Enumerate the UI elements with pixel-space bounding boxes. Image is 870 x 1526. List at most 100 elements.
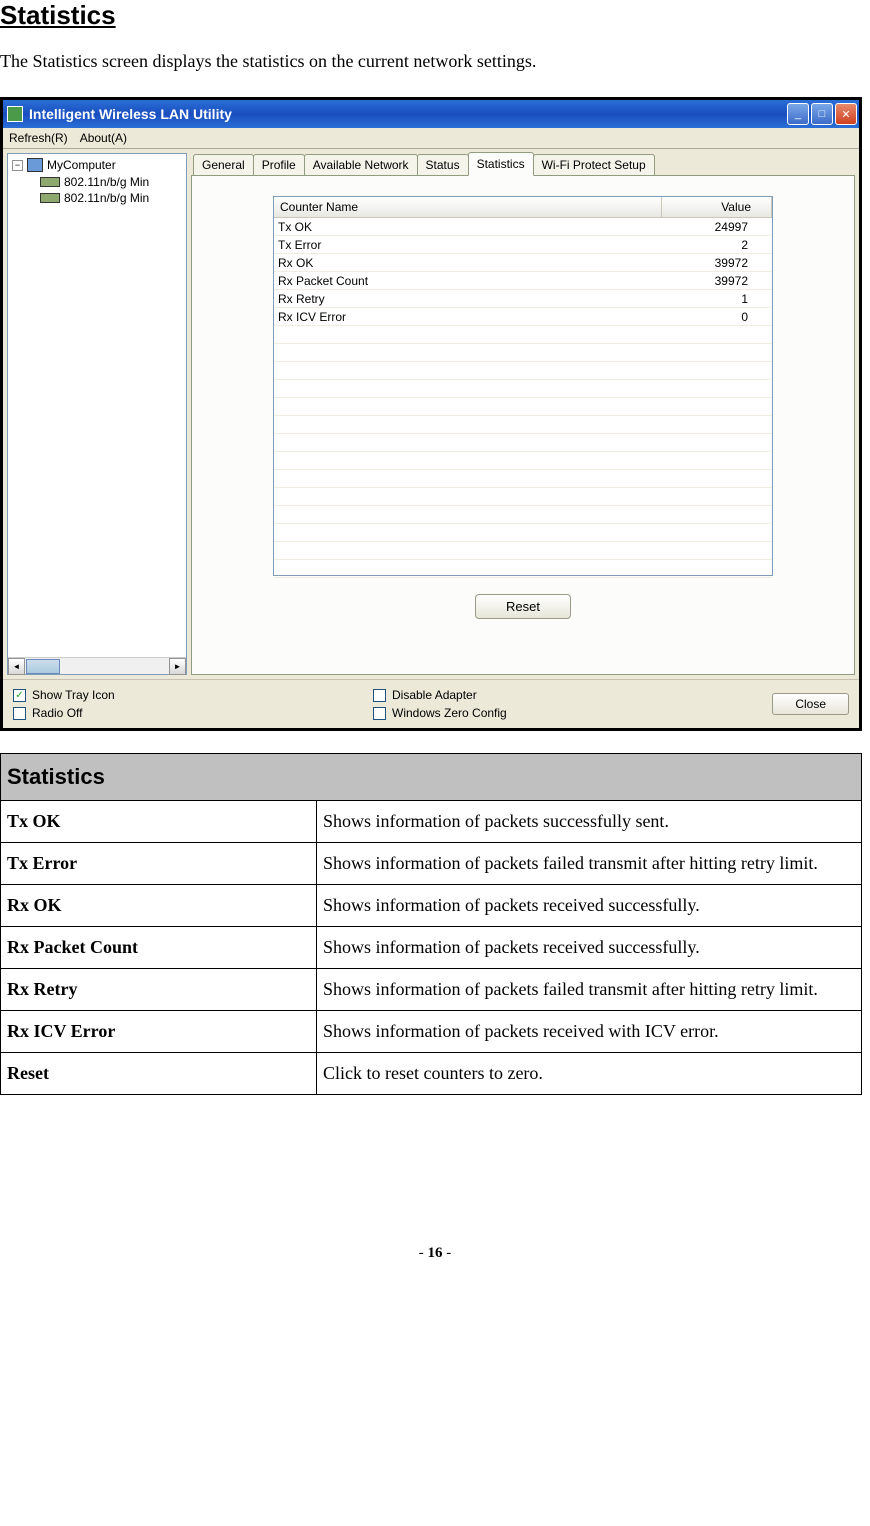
definition-term: Rx Packet Count xyxy=(1,927,317,969)
header-value[interactable]: Value xyxy=(662,197,772,217)
disable-adapter-checkbox[interactable]: Disable Adapter xyxy=(373,688,719,702)
radio-off-label: Radio Off xyxy=(32,706,82,720)
menu-refresh[interactable]: Refresh(R) xyxy=(9,131,68,145)
definition-term: Rx ICV Error xyxy=(1,1011,317,1053)
titlebar: Intelligent Wireless LAN Utility _ □ ✕ xyxy=(3,100,859,128)
table-row: Rx Packet CountShows information of pack… xyxy=(1,927,862,969)
scroll-right-icon[interactable]: ► xyxy=(169,658,186,675)
tab-body: Counter Name Value Tx OK24997Tx Error2Rx… xyxy=(191,175,855,675)
tabstrip: General Profile Available Network Status… xyxy=(191,153,855,175)
tree-hscrollbar[interactable]: ◄ ► xyxy=(8,657,186,674)
minimize-button[interactable]: _ xyxy=(787,103,809,125)
checkbox-icon: ✓ xyxy=(13,689,26,702)
checkbox-icon xyxy=(13,707,26,720)
table-row: Tx ErrorShows information of packets fai… xyxy=(1,843,862,885)
tree-panel: − MyComputer 802.11n/b/g Min 802.11n/b/g… xyxy=(7,153,187,675)
definition-term: Tx OK xyxy=(1,801,317,843)
definition-term: Tx Error xyxy=(1,843,317,885)
computer-icon xyxy=(27,158,43,172)
titlebar-text: Intelligent Wireless LAN Utility xyxy=(29,106,787,122)
stats-row-value: 0 xyxy=(662,310,772,324)
stats-row-name: Rx Packet Count xyxy=(274,274,662,288)
tab-profile[interactable]: Profile xyxy=(253,154,305,175)
stats-row-empty xyxy=(274,380,772,398)
table-row: Rx OKShows information of packets receiv… xyxy=(1,885,862,927)
stats-row[interactable]: Tx OK24997 xyxy=(274,218,772,236)
app-icon xyxy=(7,106,23,122)
table-row: Tx OKShows information of packets succes… xyxy=(1,801,862,843)
definition-term: Rx Retry xyxy=(1,969,317,1011)
window-controls: _ □ ✕ xyxy=(787,103,857,125)
stats-row-empty xyxy=(274,398,772,416)
windows-zero-checkbox[interactable]: Windows Zero Config xyxy=(373,706,719,720)
header-counter-name[interactable]: Counter Name xyxy=(274,197,662,217)
collapse-icon[interactable]: − xyxy=(12,160,23,171)
stats-row-empty xyxy=(274,344,772,362)
definition-desc: Shows information of packets successfull… xyxy=(317,801,862,843)
tree-item-label: 802.11n/b/g Min xyxy=(64,175,149,189)
page-intro: The Statistics screen displays the stati… xyxy=(0,51,870,72)
stats-row[interactable]: Rx OK39972 xyxy=(274,254,772,272)
bottom-bar: ✓ Show Tray Icon Radio Off Disable Adapt… xyxy=(3,679,859,728)
scroll-left-icon[interactable]: ◄ xyxy=(8,658,25,675)
stats-row[interactable]: Tx Error2 xyxy=(274,236,772,254)
checkbox-icon xyxy=(373,707,386,720)
page-number: - 16 - xyxy=(0,1245,870,1262)
stats-row-value: 1 xyxy=(662,292,772,306)
stats-row-value: 39972 xyxy=(662,274,772,288)
tree-root-label: MyComputer xyxy=(47,158,116,172)
stats-rows: Tx OK24997Tx Error2Rx OK39972Rx Packet C… xyxy=(274,218,772,578)
stats-row-empty xyxy=(274,560,772,578)
definitions-table: Statistics Tx OKShows information of pac… xyxy=(0,753,862,1095)
adapter-icon xyxy=(40,193,60,203)
definition-desc: Shows information of packets failed tran… xyxy=(317,969,862,1011)
definitions-header: Statistics xyxy=(1,754,862,801)
work-area: − MyComputer 802.11n/b/g Min 802.11n/b/g… xyxy=(3,149,859,679)
stats-row[interactable]: Rx Packet Count39972 xyxy=(274,272,772,290)
menu-about[interactable]: About(A) xyxy=(80,131,127,145)
table-row: ResetClick to reset counters to zero. xyxy=(1,1053,862,1095)
show-tray-label: Show Tray Icon xyxy=(32,688,115,702)
stats-row-value: 39972 xyxy=(662,256,772,270)
adapter-icon xyxy=(40,177,60,187)
app-window: Intelligent Wireless LAN Utility _ □ ✕ R… xyxy=(0,97,862,731)
reset-button[interactable]: Reset xyxy=(475,594,571,619)
definition-desc: Shows information of packets received wi… xyxy=(317,1011,862,1053)
stats-row-name: Tx Error xyxy=(274,238,662,252)
stats-row[interactable]: Rx Retry1 xyxy=(274,290,772,308)
stats-row-value: 2 xyxy=(662,238,772,252)
menubar: Refresh(R) About(A) xyxy=(3,128,859,149)
maximize-button[interactable]: □ xyxy=(811,103,833,125)
definition-desc: Click to reset counters to zero. xyxy=(317,1053,862,1095)
tab-available-network[interactable]: Available Network xyxy=(304,154,418,175)
table-row: Rx ICV ErrorShows information of packets… xyxy=(1,1011,862,1053)
tree-item-1[interactable]: 802.11n/b/g Min xyxy=(40,190,182,206)
windows-zero-label: Windows Zero Config xyxy=(392,706,507,720)
scroll-thumb[interactable] xyxy=(26,659,60,674)
stats-list: Counter Name Value Tx OK24997Tx Error2Rx… xyxy=(273,196,773,576)
tab-wifi-protect-setup[interactable]: Wi-Fi Protect Setup xyxy=(533,154,655,175)
tree-item-label: 802.11n/b/g Min xyxy=(64,191,149,205)
definition-desc: Shows information of packets received su… xyxy=(317,927,862,969)
stats-row-empty xyxy=(274,542,772,560)
stats-header: Counter Name Value xyxy=(274,197,772,218)
tab-general[interactable]: General xyxy=(193,154,254,175)
table-row: Rx RetryShows information of packets fai… xyxy=(1,969,862,1011)
stats-row[interactable]: Rx ICV Error0 xyxy=(274,308,772,326)
close-window-button[interactable]: ✕ xyxy=(835,103,857,125)
tab-status[interactable]: Status xyxy=(417,154,469,175)
tree-item-0[interactable]: 802.11n/b/g Min xyxy=(40,174,182,190)
close-button[interactable]: Close xyxy=(772,693,849,715)
stats-row-empty xyxy=(274,416,772,434)
stats-row-empty xyxy=(274,488,772,506)
show-tray-checkbox[interactable]: ✓ Show Tray Icon xyxy=(13,688,353,702)
stats-row-empty xyxy=(274,506,772,524)
radio-off-checkbox[interactable]: Radio Off xyxy=(13,706,353,720)
definition-term: Reset xyxy=(1,1053,317,1095)
stats-row-empty xyxy=(274,524,772,542)
definition-desc: Shows information of packets received su… xyxy=(317,885,862,927)
tree-root[interactable]: − MyComputer xyxy=(12,158,182,172)
stats-row-name: Rx OK xyxy=(274,256,662,270)
tab-statistics[interactable]: Statistics xyxy=(468,152,534,176)
checkbox-icon xyxy=(373,689,386,702)
